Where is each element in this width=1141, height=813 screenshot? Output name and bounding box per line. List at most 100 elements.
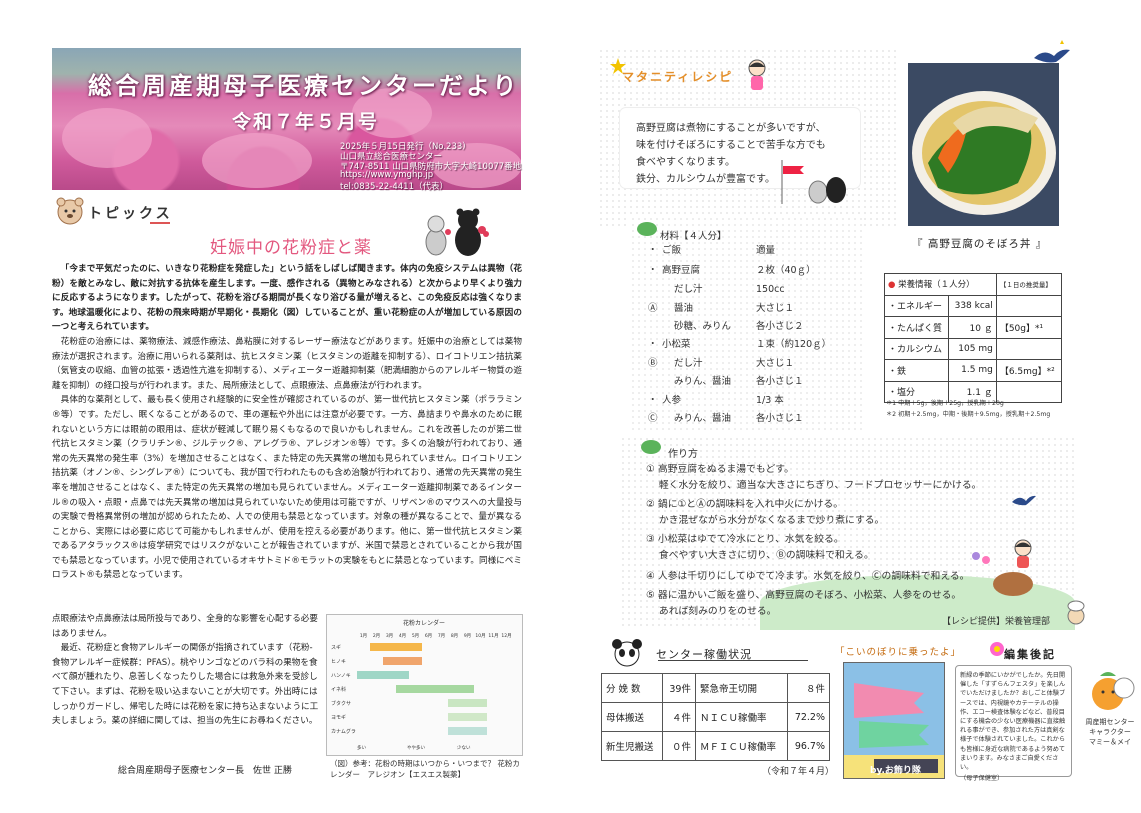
table-row: ● 栄養情報（１人分） 【１日の推奨量】 <box>884 273 1063 296</box>
leaf-icon <box>641 440 661 454</box>
pollen-season-bar <box>370 643 422 651</box>
koinobori-tag: by.お飾り隊 <box>870 766 921 776</box>
nutrient-value: 105 mg <box>948 337 997 360</box>
pollen-month-label: 3月 <box>386 633 393 639</box>
method-step: ⑤ 器に温かいご飯を盛り、高野豆腐のそぼろ、小松菜、人参をのせる。 <box>646 590 962 601</box>
nutrient-recommended <box>995 294 1063 317</box>
status-value: ４件 <box>661 702 696 732</box>
pollen-legend-item: 少ない <box>457 744 471 751</box>
status-key: ＮＩＣＵ稼働率 <box>694 702 788 732</box>
table-row: 新生児搬送 ０件 ＭＦＩＣＵ稼働率 96.7% <box>601 731 831 761</box>
ingredient-amount: 各小さじ２ <box>756 321 804 332</box>
editor-notes-label: 編集後記 <box>1004 648 1056 661</box>
status-period-note: （令和７年４月） <box>762 767 835 777</box>
article-paragraph: 具体的な薬剤として、最も長く使用され経験的に安全性が確認されているのが、第一世代… <box>52 395 522 581</box>
table-row: ・エネルギー 338 kcal <box>883 294 1063 317</box>
recipe-intro-line: 味を付けそぼろにすることで苦手な方でも <box>636 140 826 151</box>
pollen-row-label: ハンノキ <box>331 673 351 679</box>
issue-label: 令和７年５月号 <box>232 111 380 133</box>
article-body: 「今まで平気だったのに、いきなり花粉症を発症した」という話をしばしば聞きます。体… <box>52 262 522 583</box>
pollen-row-label: ブタクサ <box>331 700 351 707</box>
recipe-credit: 【レシピ提供】栄養管理部 <box>942 617 1051 627</box>
dish-title: 『 高野豆腐のそぼろ丼 』 <box>912 238 1048 250</box>
pollen-season-bar <box>396 685 474 693</box>
status-value: 72.2% <box>786 702 831 732</box>
ingredient-amount: 1/3 本 <box>756 395 784 406</box>
method-step: 軽く水分を絞り、適当な大きさにちぎり、フードプロセッサーにかける。 <box>646 480 982 491</box>
pollen-row-label: スギ <box>331 645 341 651</box>
pollen-month-label: 11月 <box>488 633 498 639</box>
bird-icon <box>1012 495 1036 506</box>
method-label: 作り方 <box>668 449 698 460</box>
method-step: あれば刻みのりをのせる。 <box>646 606 777 617</box>
ingredient-group-mark: Ⓐ <box>648 303 658 314</box>
recipe-section-label: マタニティレシピ <box>622 70 734 84</box>
ingredient-amount: 大さじ１ <box>756 303 795 314</box>
status-key: 分 娩 数 <box>601 673 663 703</box>
recipe-intro-line: 高野豆腐は煮物にすることが多いですが、 <box>636 123 826 134</box>
mascot-caption-line: 周産期センター <box>1085 718 1135 726</box>
status-value: 96.7% <box>786 731 831 761</box>
bears-with-flowers-illustration <box>425 208 489 256</box>
ingredient-name: ご飯 <box>662 245 682 256</box>
pollen-month-label: 5月 <box>412 633 419 639</box>
ingredient-name: だし汁 <box>674 358 703 369</box>
article-paragraph: 花粉症の治療には、薬物療法、減感作療法、鼻粘膜に対するレーザー療法などがあります… <box>52 336 522 391</box>
status-value: 39件 <box>661 673 696 703</box>
pollen-season-bar <box>383 657 422 665</box>
table-row: 分 娩 数 39件 緊急帝王切開 ８件 <box>601 673 831 703</box>
topics-underline <box>150 222 170 224</box>
status-key: ＭＦＩＣＵ稼働率 <box>694 731 788 761</box>
method-step: ③ 小松菜はゆでて冷水にとり、水気を絞る。 <box>646 534 844 545</box>
bears-koinobori-illustration <box>781 160 846 204</box>
method-step: かき混ぜながら水分がなくなるまで炒り煮にする。 <box>646 515 885 526</box>
hospital-tel: tel:0835-22-4411（代表） <box>340 182 449 192</box>
newsletter-title: 総合周産期母子医療センターだより <box>88 72 520 100</box>
pollen-month-label: 4月 <box>399 633 406 639</box>
nutrition-header-label: 栄養情報（１人分） <box>898 280 975 291</box>
pollen-row-label: ヨモギ <box>331 715 346 721</box>
nutrition-notes: ＊1 中期＋5g，後期＋25g，授乳期＋20g ＊2 初期＋2.5mg，中期・後… <box>886 398 1050 420</box>
pollen-calendar-chart: 花粉カレンダー 1月 2月 3月 4月 5月 6月 7月 8月 9月 10月 11月 12月 スギ ヒノキ… <box>326 614 523 756</box>
pollen-month-label: 2月 <box>373 633 380 639</box>
status-underline <box>658 660 808 661</box>
nutrient-value: 338 kcal <box>948 294 997 317</box>
chart-caption: （図）参考：花粉の時期はいつから・いつまで？ 花粉カレンダー アレジオン【エスエ… <box>330 759 520 779</box>
nutrition-note: ＊2 初期＋2.5mg，中期・後期＋9.5mg，授乳期＋2.5mg <box>886 411 1051 418</box>
status-value: ０件 <box>661 731 696 761</box>
pollen-legend-item: やや多い <box>407 744 425 751</box>
nutrient-name: ・エネルギー <box>883 294 950 317</box>
ingredient-name: みりん、醤油 <box>674 413 732 424</box>
table-row: 母体搬送 ４件 ＮＩＣＵ稼働率 72.2% <box>601 702 831 732</box>
article-paragraph: 「今まで平気だったのに、いきなり花粉症を発症した」という話をしばしば聞きます。体… <box>52 264 522 333</box>
hospital-url[interactable]: https://www.ymghp.jp <box>340 170 433 180</box>
status-key: 緊急帝王切開 <box>694 673 788 703</box>
pollen-season-bar <box>448 727 487 735</box>
panda-icon <box>612 639 642 667</box>
nutrient-value: 10 ｇ <box>948 316 997 339</box>
ingredient-row: Ⓒ みりん、醤油 各小さじ１ <box>648 410 804 424</box>
ingredient-name: 醤油 <box>674 303 694 314</box>
ingredient-row: ・小松菜 １束（約120ｇ） <box>648 336 831 350</box>
method-step: ④ 人参は千切りにしてゆでて冷ます。水気を絞り、Ⓒの調味料で和える。 <box>646 571 970 582</box>
ingredient-amount: 150cc <box>756 284 785 295</box>
nutrient-name: ・鉄 <box>883 359 950 382</box>
ingredient-group-mark: Ⓑ <box>648 358 658 369</box>
nutrient-recommended: 【6.5mg】*² <box>995 359 1063 382</box>
nutrition-recommended-header: 【１日の推奨量】 <box>995 273 1063 296</box>
ingredient-group-mark: Ⓒ <box>648 413 658 424</box>
ingredient-row: ・ご飯 適量 <box>648 242 775 256</box>
pollen-row-label: ヒノキ <box>331 659 346 665</box>
pollen-month-label: 8月 <box>451 633 458 639</box>
ingredient-group-mark: ・ <box>648 245 658 256</box>
nutrient-name: ・たんぱく質 <box>883 316 950 339</box>
pollen-season-bar <box>448 699 487 707</box>
ingredient-row: ・高野豆腐 ２枚（40ｇ） <box>648 262 816 276</box>
ingredient-name: みりん、醤油 <box>674 376 732 387</box>
table-row: ・カルシウム 105 mg <box>883 337 1063 360</box>
girl-illustration <box>748 59 766 90</box>
pollen-month-label: 6月 <box>425 633 432 639</box>
ingredient-row: みりん、醤油 各小さじ１ <box>648 373 804 387</box>
ingredient-row: Ⓑ だし汁 大さじ１ <box>648 355 794 369</box>
ingredient-amount: 大さじ１ <box>756 358 795 369</box>
